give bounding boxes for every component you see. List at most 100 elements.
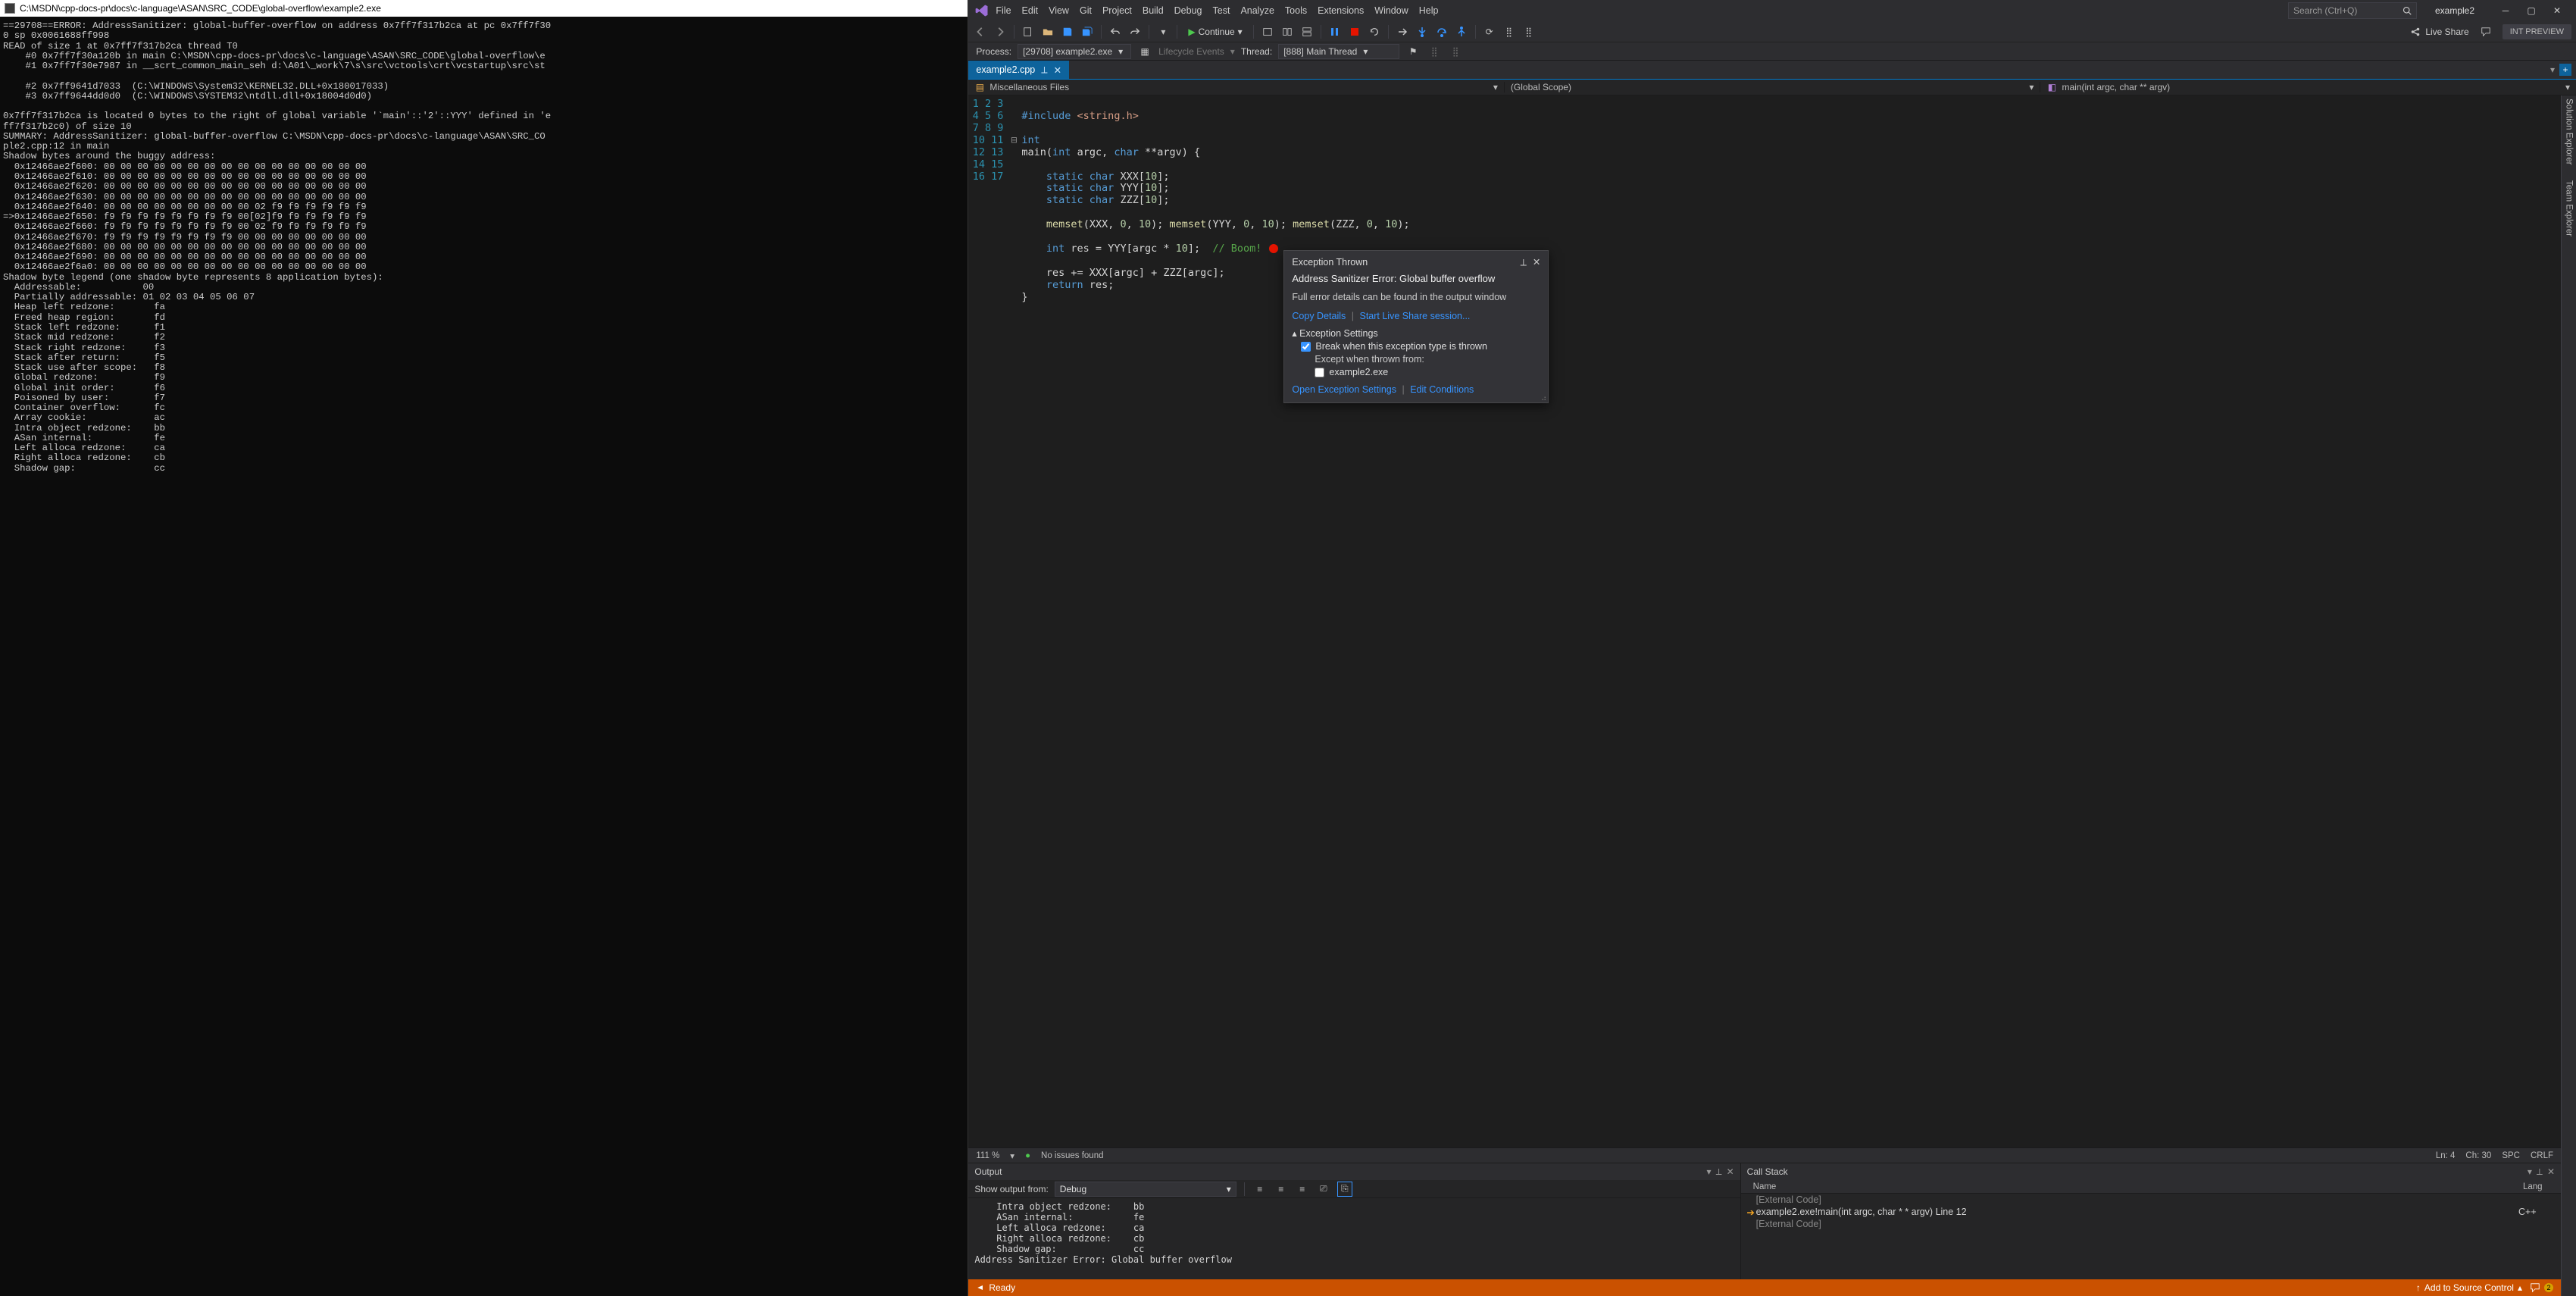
copy-details-link[interactable]: Copy Details: [1292, 311, 1346, 321]
exception-settings-header[interactable]: ▴ Exception Settings: [1292, 328, 1377, 339]
step-over-icon[interactable]: [1434, 24, 1449, 39]
solution-name: example2: [2423, 5, 2487, 16]
out-ico-2[interactable]: ≡: [1274, 1182, 1289, 1197]
menu-test[interactable]: Test: [1213, 5, 1230, 16]
tb-icon-2[interactable]: [1280, 24, 1295, 39]
panel-close-icon[interactable]: ✕: [1727, 1166, 1734, 1177]
undo-icon[interactable]: [1108, 24, 1123, 39]
nav-project-dropdown[interactable]: ▤ Miscellaneous Files ▾: [968, 82, 1505, 92]
menu-view[interactable]: View: [1049, 5, 1069, 16]
add-source-control[interactable]: ↑Add to Source Control▴: [2416, 1282, 2522, 1293]
panel-pin-icon[interactable]: ⟂: [2537, 1166, 2543, 1178]
notifications-icon[interactable]: 2: [2530, 1282, 2553, 1293]
maximize-button[interactable]: ▢: [2518, 2, 2544, 19]
out-ico-4[interactable]: ⎚: [1316, 1182, 1331, 1197]
menu-tools[interactable]: Tools: [1285, 5, 1307, 16]
menu-extensions[interactable]: Extensions: [1318, 5, 1364, 16]
console-titlebar[interactable]: C:\MSDN\cpp-docs-pr\docs\c-language\ASAN…: [0, 0, 968, 17]
stackframe-icon[interactable]: ⣿: [1427, 44, 1442, 59]
resize-grip-icon[interactable]: ⣠: [1541, 393, 1546, 402]
side-tab-solution-explorer[interactable]: Solution Explorer: [2565, 99, 2574, 165]
code-editor[interactable]: 1 2 3 4 5 6 7 8 9 10 11 12 13 14 15 16 1…: [968, 95, 2561, 1147]
tb-misc-2[interactable]: ⣿: [1502, 24, 1517, 39]
output-source-dropdown[interactable]: Debug▾: [1055, 1182, 1236, 1197]
code-content[interactable]: #include <string.h> int main(int argc, c…: [1021, 95, 2561, 1147]
step-out-icon[interactable]: [1454, 24, 1469, 39]
zoom-level[interactable]: 111 %: [976, 1151, 999, 1160]
start-live-share-link[interactable]: Start Live Share session...: [1359, 311, 1470, 321]
thread-label: Thread:: [1241, 46, 1272, 57]
popup-close-icon[interactable]: ✕: [1533, 257, 1540, 268]
config-dropdown-icon[interactable]: ▾: [1155, 24, 1171, 39]
menu-window[interactable]: Window: [1374, 5, 1408, 16]
callstack-row[interactable]: [External Code]: [1741, 1218, 2561, 1230]
nav-fwd-icon[interactable]: [993, 24, 1008, 39]
process-dropdown[interactable]: [29708] example2.exe▾: [1018, 44, 1131, 59]
restart-icon[interactable]: [1367, 24, 1382, 39]
nav-scope-dropdown[interactable]: (Global Scope) ▾: [1505, 82, 2041, 92]
char-indicator[interactable]: Ch: 30: [2465, 1151, 2491, 1160]
new-item-icon[interactable]: [1021, 24, 1036, 39]
open-exception-settings-link[interactable]: Open Exception Settings: [1292, 384, 1396, 395]
callstack-row[interactable]: [External Code]: [1741, 1194, 2561, 1206]
error-indicator-icon[interactable]: [1269, 244, 1278, 253]
indent-indicator[interactable]: SPC: [2502, 1151, 2520, 1160]
lineend-indicator[interactable]: CRLF: [2531, 1151, 2553, 1160]
stackframe-icon2[interactable]: ⣿: [1448, 44, 1463, 59]
line-indicator[interactable]: Ln: 4: [2436, 1151, 2456, 1160]
continue-button[interactable]: ▶ Continue ▾: [1183, 27, 1246, 37]
open-icon[interactable]: [1040, 24, 1055, 39]
stop-icon[interactable]: [1347, 24, 1362, 39]
lifecycle-icon[interactable]: ▦: [1137, 44, 1152, 59]
callstack-row[interactable]: ➔example2.exe!main(int argc, char * * ar…: [1741, 1206, 2561, 1218]
pause-icon[interactable]: [1327, 24, 1343, 39]
tab-example2-cpp[interactable]: example2.cpp ⟂ ✕: [968, 61, 1069, 79]
menu-git[interactable]: Git: [1080, 5, 1092, 16]
menu-project[interactable]: Project: [1102, 5, 1132, 16]
edit-conditions-link[interactable]: Edit Conditions: [1410, 384, 1474, 395]
except-item-checkbox[interactable]: example2.exe: [1315, 367, 1540, 378]
tb-icon-1[interactable]: [1260, 24, 1275, 39]
show-next-icon[interactable]: [1395, 24, 1410, 39]
tb-misc-1[interactable]: ⟳: [1482, 24, 1497, 39]
nav-back-icon[interactable]: [973, 24, 988, 39]
save-all-icon[interactable]: [1080, 24, 1095, 39]
search-box[interactable]: Search (Ctrl+Q): [2288, 2, 2417, 19]
thread-dropdown[interactable]: [888] Main Thread▾: [1278, 44, 1399, 59]
menu-edit[interactable]: Edit: [1022, 5, 1039, 16]
redo-icon[interactable]: [1127, 24, 1143, 39]
panel-dropdown-icon[interactable]: ▾: [2528, 1166, 2532, 1177]
menu-analyze[interactable]: Analyze: [1240, 5, 1274, 16]
tb-icon-3[interactable]: [1299, 24, 1315, 39]
out-ico-1[interactable]: ≡: [1252, 1182, 1268, 1197]
close-button[interactable]: ✕: [2544, 2, 2570, 19]
tab-overflow-icon[interactable]: ▾: [2550, 64, 2555, 75]
output-panel: Output ▾ ⟂ ✕ Show output from: Debug▾: [968, 1163, 1740, 1279]
window-buttons: ─ ▢ ✕: [2493, 2, 2570, 19]
live-share-button[interactable]: Live Share: [2406, 27, 2473, 37]
tab-close-icon[interactable]: ✕: [1054, 64, 1061, 76]
menu-debug[interactable]: Debug: [1174, 5, 1202, 16]
minimize-button[interactable]: ─: [2493, 2, 2518, 19]
break-checkbox[interactable]: Break when this exception type is thrown: [1301, 341, 1540, 352]
out-ico-5[interactable]: ⎘: [1337, 1182, 1352, 1197]
menu-help[interactable]: Help: [1419, 5, 1439, 16]
out-ico-3[interactable]: ≡: [1295, 1182, 1310, 1197]
tab-add-icon[interactable]: +: [2559, 64, 2571, 76]
menu-build[interactable]: Build: [1143, 5, 1164, 16]
step-into-icon[interactable]: [1415, 24, 1430, 39]
side-tab-team-explorer[interactable]: Team Explorer: [2565, 180, 2574, 236]
flag-icon[interactable]: ⚑: [1405, 44, 1421, 59]
feedback-icon[interactable]: [2478, 24, 2493, 39]
panel-pin-icon[interactable]: ⟂: [1716, 1166, 1722, 1178]
nav-member-dropdown[interactable]: ◧ main(int argc, char ** argv) ▾: [2040, 82, 2576, 92]
panel-dropdown-icon[interactable]: ▾: [1707, 1166, 1712, 1177]
callstack-body[interactable]: [External Code]➔example2.exe!main(int ar…: [1741, 1194, 2561, 1279]
save-icon[interactable]: [1060, 24, 1075, 39]
popup-pin-icon[interactable]: ⟂: [1521, 257, 1527, 268]
menu-file[interactable]: File: [996, 5, 1011, 16]
output-body[interactable]: Intra object redzone: bb ASan internal: …: [968, 1198, 1740, 1279]
pin-icon[interactable]: ⟂: [1041, 64, 1047, 76]
tb-misc-3[interactable]: ⣿: [1521, 24, 1537, 39]
panel-close-icon[interactable]: ✕: [2547, 1166, 2555, 1177]
